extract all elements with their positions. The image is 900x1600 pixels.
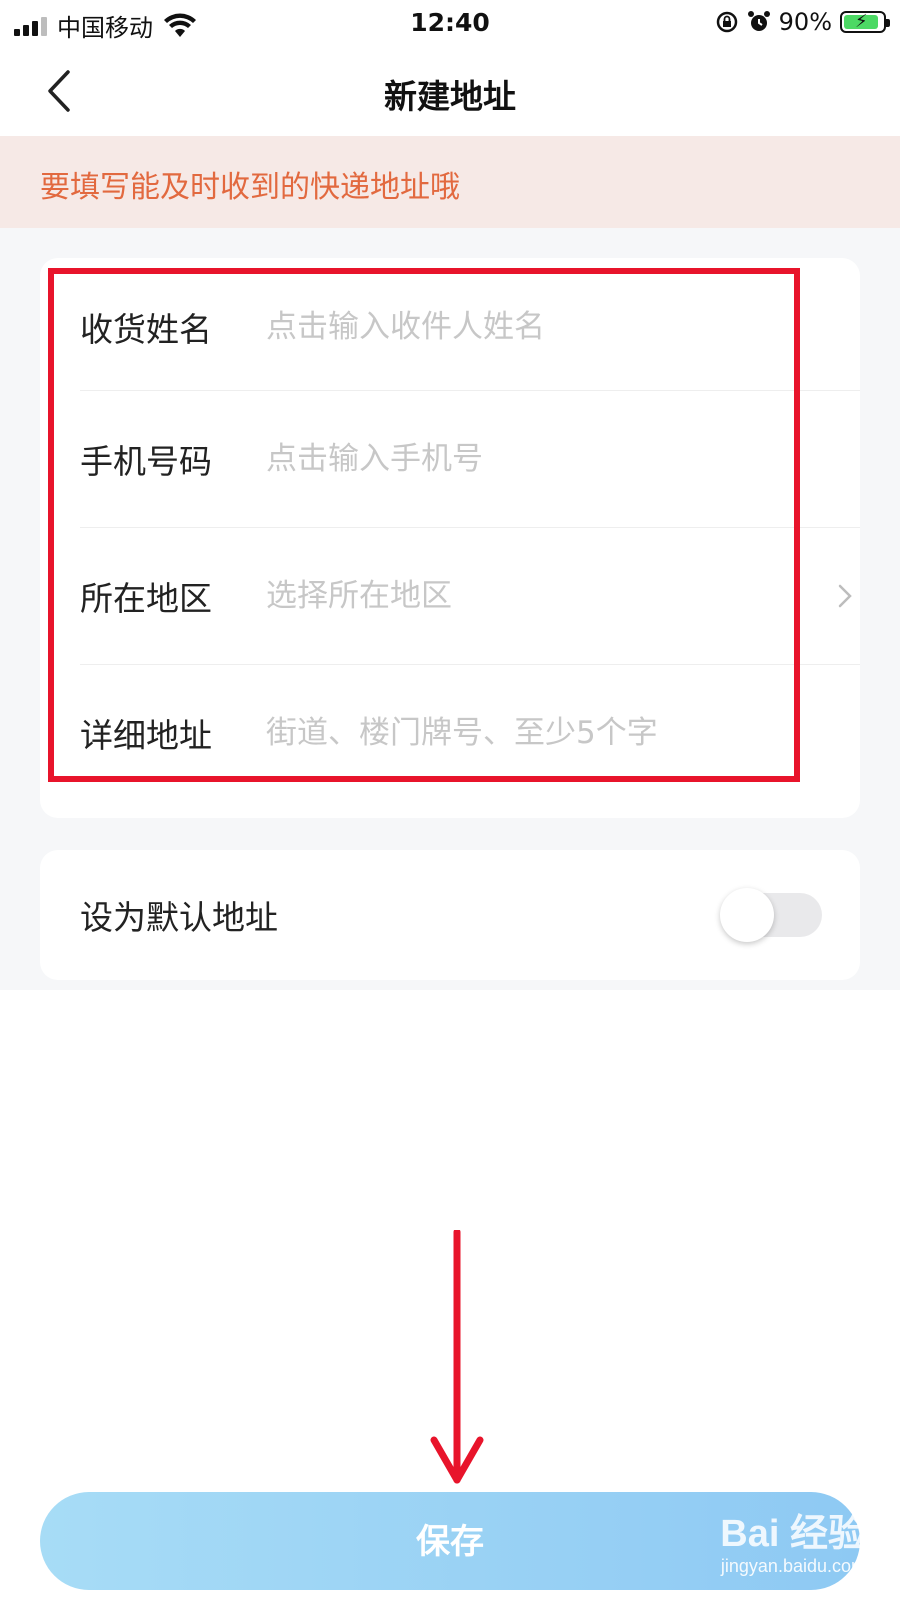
rotation-lock-icon (716, 11, 737, 33)
form-row-detail-address[interactable]: 详细地址 (80, 664, 860, 802)
name-label: 收货姓名 (80, 310, 212, 349)
battery-percent: 90% (778, 8, 832, 36)
alarm-icon (747, 11, 770, 31)
notice-text: 要填写能及时收到的快递地址哦 (40, 170, 460, 205)
default-address-toggle[interactable] (720, 888, 822, 942)
status-right: 90% ⚡ (715, 8, 890, 36)
default-address-card: 设为默认地址 (40, 850, 860, 980)
default-address-label: 设为默认地址 (80, 898, 278, 937)
phone-input[interactable] (266, 441, 786, 477)
name-input[interactable] (266, 309, 786, 345)
arrow-down-annotation-icon (430, 1230, 484, 1484)
form-row-name[interactable]: 收货姓名 (80, 258, 860, 396)
detail-address-label: 详细地址 (80, 716, 212, 755)
address-form-card: 收货姓名 手机号码 所在地区 详细地址 (40, 258, 860, 818)
form-row-phone[interactable]: 手机号码 (80, 390, 860, 528)
chevron-right-icon (838, 584, 852, 608)
phone-label: 手机号码 (80, 442, 212, 481)
form-row-region[interactable]: 所在地区 (80, 527, 860, 665)
status-bar: 中国移动 12:40 90% ⚡ (0, 0, 900, 46)
notice-banner: 要填写能及时收到的快递地址哦 (0, 136, 900, 228)
detail-address-input[interactable] (266, 715, 786, 751)
nav-bar: 新建地址 (0, 46, 900, 136)
page-title: 新建地址 (384, 77, 516, 116)
toggle-knob (720, 888, 774, 942)
battery-charging-icon: ⚡ (840, 11, 890, 33)
region-label: 所在地区 (80, 579, 212, 618)
save-button[interactable]: 保存 (40, 1492, 860, 1590)
region-input[interactable] (266, 578, 786, 614)
